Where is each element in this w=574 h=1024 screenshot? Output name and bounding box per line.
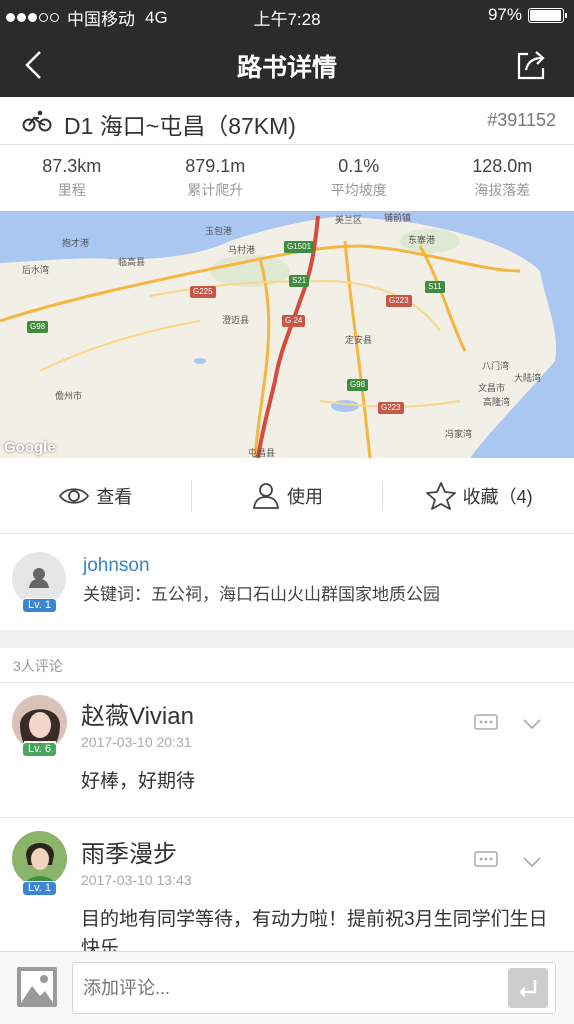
stat-distance: 87.3km 里程 (0, 146, 144, 210)
map-label: 定安县 (345, 335, 373, 345)
chevron-down-icon[interactable] (522, 856, 542, 868)
map-label: 屯昌县 (248, 448, 276, 458)
route-header: D1 海口~屯昌（87KM) #391152 (0, 97, 574, 145)
comment-count: 3人评论 (0, 648, 574, 683)
comment-input[interactable] (72, 962, 556, 1014)
comment-text: 好棒，好期待 (81, 771, 196, 792)
send-button[interactable] (508, 968, 548, 1008)
view-label: 查看 (96, 486, 133, 507)
stat-value: 128.0m (472, 156, 533, 176)
comment-time: 2017-03-10 13:43 (81, 872, 192, 888)
route-name: D1 海口~屯昌（87KM) (64, 113, 296, 139)
collect-button[interactable]: 收藏（4) (383, 458, 574, 533)
level-badge: Lv. 6 (22, 742, 58, 757)
chevron-down-icon[interactable] (522, 718, 542, 730)
stat-grade: 0.1% 平均坡度 (287, 146, 431, 210)
map-label: 美兰区 (335, 215, 363, 225)
map-label: 文昌市 (478, 383, 506, 393)
enter-icon (519, 980, 537, 997)
author-name[interactable]: johnson (83, 555, 150, 577)
map-label: 儋州市 (55, 391, 83, 401)
stat-elevation: 128.0m 海拔落差 (431, 146, 574, 210)
stat-value: 87.3km (42, 156, 102, 176)
route-id: #391152 (487, 110, 556, 130)
comment-item: Lv. 1 雨季漫步 2017-03-10 13:43 目的地有同学等待，有动力… (0, 820, 574, 951)
author-section: Lv. 1 johnson 关键词：五公祠，海口石山火山群国家地质公园 (0, 536, 574, 630)
map-label: 东寨港 (408, 235, 436, 245)
lake (331, 400, 359, 412)
highway-shield: G98 (347, 379, 369, 391)
battery-percent: 97% (487, 5, 522, 24)
highway-shield: G223 (378, 402, 404, 414)
commenter-name[interactable]: 赵薇Vivian (81, 696, 194, 731)
page-title: 路书详情 (236, 54, 337, 82)
level-badge: Lv. 1 (22, 598, 58, 613)
share-icon[interactable] (514, 48, 548, 82)
route-stats: 87.3km 里程 879.1m 累计爬升 0.1% 平均坡度 128.0m 海… (0, 146, 574, 210)
collect-label: 收藏（4) (462, 486, 533, 507)
reply-icon[interactable] (474, 851, 498, 869)
highway-shield: G223 (386, 295, 412, 307)
map-label: 后水湾 (22, 265, 50, 275)
map-label: 澄迈县 (222, 315, 250, 325)
comment-item: Lv. 6 赵薇Vivian 2017-03-10 20:31 好棒，好期待 (0, 684, 574, 818)
stat-label: 平均坡度 (330, 182, 387, 198)
stat-value: 0.1% (338, 156, 380, 176)
stat-label: 里程 (57, 182, 86, 198)
avatar[interactable] (12, 831, 67, 886)
battery-icon (528, 7, 567, 23)
map-label: 铺前镇 (384, 213, 412, 223)
highway-shield: G1501 (284, 241, 315, 253)
stat-value: 879.1m (185, 156, 246, 176)
bicycle-icon (22, 110, 52, 132)
reply-icon[interactable] (474, 714, 498, 732)
highway-shield: G225 (190, 286, 216, 298)
stat-label: 累计爬升 (187, 182, 244, 198)
map-label: 八门湾 (482, 361, 510, 371)
map-label: 冯家湾 (445, 429, 473, 439)
status-bar: 中国移动 4G 上午7:28 97% (0, 0, 574, 32)
eye-icon (59, 487, 90, 504)
commenter-name[interactable]: 雨季漫步 (81, 834, 177, 869)
route-map[interactable]: 玉包港 马村港 临高县 澄迈县 定安县 美兰区 屯昌县 八门湾 大陆湾 高隆湾 … (0, 211, 574, 458)
map-label: 玉包港 (205, 226, 233, 236)
lake (194, 358, 206, 364)
stat-label: 海拔落差 (474, 182, 531, 198)
user-pin-icon (252, 482, 280, 509)
star-icon (425, 481, 456, 510)
image-icon[interactable] (16, 966, 58, 1008)
map-label: 大陆湾 (514, 373, 542, 383)
comment-text: 目的地有同学等待，有动力啦！提前祝3月生同学们生日快乐 (81, 909, 548, 951)
map-label: 马村港 (228, 245, 256, 255)
route-keywords: 关键词：五公祠，海口石山火山群国家地质公园 (83, 585, 440, 604)
map-label: 临高县 (118, 257, 146, 267)
stat-climb: 879.1m 累计爬升 (144, 146, 288, 210)
map-label: 抱才港 (62, 238, 90, 248)
level-badge: Lv. 1 (22, 881, 58, 896)
section-divider (0, 630, 574, 648)
nav-bar: 路书详情 (0, 32, 574, 97)
highway-shield: G98 (27, 321, 49, 333)
comment-bar (0, 951, 574, 1024)
action-bar: 查看 使用 收藏（4) (0, 458, 574, 534)
map-label: 高隆湾 (483, 397, 511, 407)
user-photo-icon (12, 831, 67, 886)
highway-shield: G 24 (282, 315, 306, 327)
use-button[interactable]: 使用 (192, 458, 383, 533)
highway-shield: S11 (425, 281, 445, 293)
google-logo: Google (4, 439, 56, 456)
view-button[interactable]: 查看 (0, 458, 191, 533)
highway-shield: S21 (289, 275, 310, 287)
use-label: 使用 (287, 486, 323, 507)
comment-time: 2017-03-10 20:31 (81, 734, 192, 750)
chevron-left-icon[interactable] (18, 48, 52, 82)
